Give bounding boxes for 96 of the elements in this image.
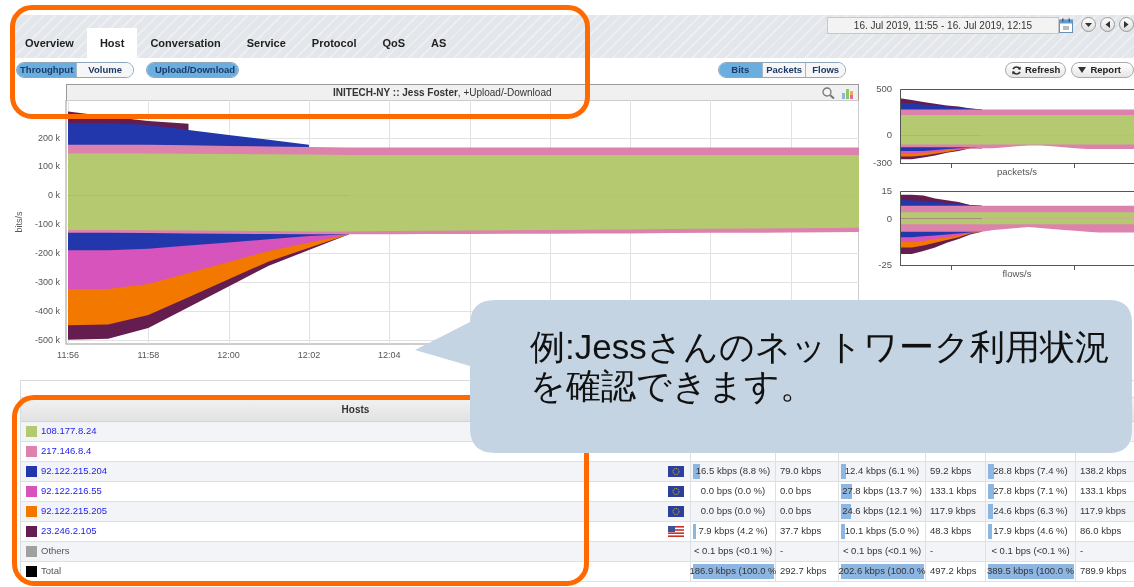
flag-icon	[668, 506, 684, 517]
toggle-button[interactable]: Upload/Download	[146, 63, 238, 77]
cell-value: 28.8 kbps (7.4 %)	[993, 464, 1068, 479]
host-link[interactable]: 92.122.216.55	[41, 484, 102, 499]
tab[interactable]: Overview	[12, 28, 87, 58]
toggle-button[interactable]: Packets	[762, 63, 806, 77]
axis-tick-label: -400 k	[35, 305, 60, 316]
tab[interactable]: Service	[233, 28, 299, 58]
axis-tick-label: 0	[886, 212, 892, 224]
host-link[interactable]: 23.246.2.105	[41, 524, 97, 539]
host-link[interactable]: 108.177.8.24	[41, 424, 97, 439]
axis-tick-label: 12:00	[217, 350, 240, 360]
cell-value: < 0.1 bps (<0.1 %)	[991, 544, 1070, 559]
axis-tick-label: 200 k	[37, 132, 60, 143]
cell-value: 59.2 kbps	[930, 464, 972, 479]
cell-value: 138.2 kbps	[1080, 464, 1127, 479]
axis-title: packets/s	[996, 166, 1038, 177]
cell-value: 7.9 kbps (4.2 %)	[698, 524, 768, 539]
axis-title: flows/s	[1002, 268, 1032, 279]
column-header: Hosts	[341, 403, 370, 417]
button[interactable]: Report	[1071, 62, 1134, 78]
triangle-left-icon	[1105, 21, 1110, 28]
cell-value: 48.3 kbps	[930, 524, 972, 539]
next-button[interactable]	[1119, 17, 1134, 32]
axis-tick-label: -300 k	[35, 276, 60, 287]
cell-value: -	[1080, 544, 1084, 559]
tab[interactable]: Host	[86, 28, 138, 58]
cell-value: < 0.1 bps (<0.1 %)	[693, 544, 773, 559]
cell-value: -	[780, 544, 784, 559]
cell-value: 0.0 bps	[780, 484, 812, 499]
toggle-button[interactable]: Volume	[76, 63, 133, 77]
cell-value: -	[930, 544, 934, 559]
cell-value: 292.7 kbps	[780, 564, 827, 579]
axis-tick-label: 12:02	[297, 350, 321, 360]
cell-value: < 0.1 bps (<0.1 %)	[842, 544, 922, 559]
cell-value: 133.1 kbps	[930, 484, 977, 499]
flag-icon	[668, 486, 684, 497]
cell-value: 86.0 kbps	[1080, 524, 1122, 539]
axis-tick-label: 15	[881, 186, 892, 196]
date-range-field[interactable]: 16. Jul 2019, 11:55 - 16. Jul 2019, 12:15	[827, 17, 1059, 34]
axis-tick-label: 0 k	[48, 190, 60, 201]
axis-tick-label: 11:58	[137, 350, 160, 360]
flag-icon	[668, 466, 684, 477]
callout-text: 例:Jessさんのネットワーク利用状況を確認できます。	[530, 328, 1111, 405]
axis-tick-label: 12:04	[377, 350, 401, 360]
cell-value: 24.6 kbps (6.3 %)	[993, 504, 1068, 519]
cell-value: 12.4 kbps (6.1 %)	[844, 464, 920, 479]
cell-value: 24.6 kbps (12.1 %)	[842, 504, 922, 519]
cell-value: 789.9 kbps	[1080, 564, 1127, 579]
chart-title: INITECH-NY :: Jess Foster, +Upload/-Download	[332, 86, 553, 100]
cell-value: 117.9 kbps	[930, 504, 976, 519]
host-link[interactable]: 92.122.215.204	[41, 464, 108, 479]
triangle-right-icon	[1124, 21, 1129, 28]
host-link[interactable]: 217.146.8.4	[41, 444, 92, 459]
host-link[interactable]: 92.122.215.205	[41, 504, 108, 519]
cell-value: 37.7 kbps	[780, 524, 822, 539]
axis-tick-label: -300	[873, 157, 892, 168]
caret-down-icon	[1085, 22, 1092, 27]
toggle-button[interactable]: Throughput	[17, 63, 77, 77]
bar-chart-icon[interactable]	[841, 86, 854, 99]
toggle-button[interactable]: Bits	[718, 63, 762, 77]
zoom-icon[interactable]	[822, 86, 835, 99]
cell-value: 0.0 bps (0.0 %)	[700, 484, 766, 499]
row-label: Others	[41, 544, 70, 559]
cell-value: 27.8 kbps (7.1 %)	[993, 484, 1068, 499]
tab[interactable]: QoS	[369, 28, 419, 58]
refresh-icon	[1011, 64, 1022, 76]
axis-tick-label: -100 k	[35, 219, 60, 230]
axis-tick-label: -500 k	[35, 334, 60, 345]
cell-value: 16.5 kbps (8.8 %)	[695, 464, 771, 479]
axis-tick-label: -200 k	[35, 248, 60, 259]
row-label: Total	[41, 564, 62, 579]
axis-tick-label: 11:56	[57, 350, 79, 360]
cell-value: 133.1 kbps	[1080, 484, 1127, 499]
axis-title: bits/s	[14, 211, 24, 233]
cell-value: 497.2 kbps	[930, 564, 977, 579]
dropdown-button[interactable]	[1081, 17, 1096, 32]
button[interactable]: Refresh	[1005, 62, 1067, 78]
tab[interactable]: Conversation	[137, 28, 234, 58]
cell-value: 79.0 kbps	[780, 464, 822, 479]
axis-tick-label: -25	[878, 259, 892, 270]
cell-value: 10.1 kbps (5.0 %)	[844, 524, 920, 539]
axis-tick-label: 500	[876, 84, 892, 94]
toggle-button[interactable]: Flows	[805, 63, 845, 77]
cell-value: 0.0 bps	[780, 504, 812, 519]
caret-icon	[1077, 66, 1088, 74]
tab[interactable]: AS	[418, 28, 460, 58]
tab[interactable]: Protocol	[298, 28, 370, 58]
cell-value: 117.9 kbps	[1080, 504, 1126, 519]
cell-value: 17.9 kbps (4.6 %)	[993, 524, 1068, 539]
calendar-icon[interactable]	[1059, 18, 1073, 33]
flag-icon	[668, 526, 684, 537]
previous-button[interactable]	[1100, 17, 1115, 32]
axis-tick-label: 0	[886, 129, 892, 141]
axis-tick-label: 100 k	[37, 161, 60, 172]
cell-value: 0.0 bps (0.0 %)	[700, 504, 766, 519]
